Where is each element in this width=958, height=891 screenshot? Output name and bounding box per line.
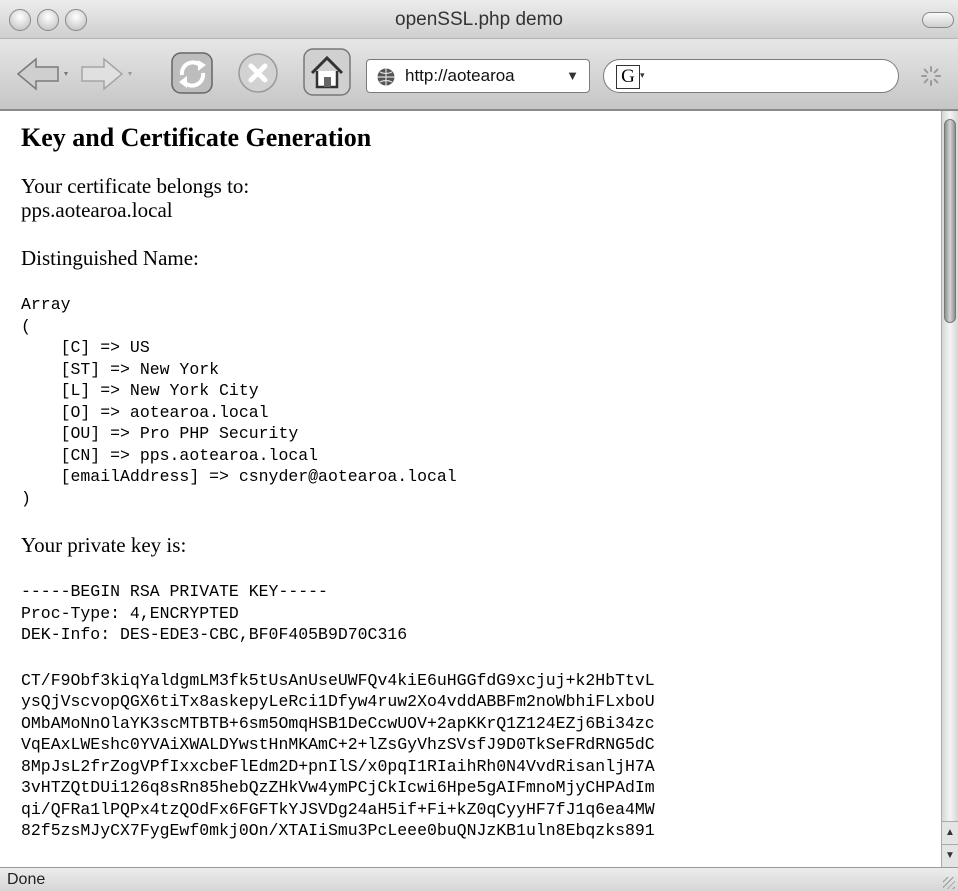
vertical-scrollbar[interactable]: ▲ ▼ bbox=[941, 111, 958, 867]
activity-spinner-icon bbox=[921, 66, 941, 86]
private-key-header: -----BEGIN RSA PRIVATE KEY----- Proc-Typ… bbox=[21, 582, 408, 644]
scroll-down-arrow-icon[interactable]: ▼ bbox=[942, 844, 958, 867]
forward-icon[interactable] bbox=[78, 51, 136, 97]
certificate-owner-block: Your certificate belongs to: pps.aotearo… bbox=[21, 174, 941, 222]
stop-icon[interactable] bbox=[234, 49, 284, 99]
page-heading: Key and Certificate Generation bbox=[21, 123, 372, 152]
status-text: Done bbox=[7, 871, 46, 888]
reload-icon[interactable] bbox=[168, 49, 218, 99]
certificate-label: Your certificate belongs to: bbox=[21, 174, 250, 198]
home-icon[interactable] bbox=[300, 45, 354, 99]
resize-grip-icon[interactable] bbox=[943, 877, 955, 889]
page-content: Key and Certificate Generation Your cert… bbox=[0, 111, 941, 867]
google-logo-icon[interactable]: G bbox=[616, 65, 640, 89]
scrollbar-thumb[interactable] bbox=[944, 119, 956, 323]
search-engine-dropdown-icon[interactable]: ▾ bbox=[640, 70, 645, 81]
address-bar[interactable]: http://aotearoa ▼ bbox=[366, 59, 590, 93]
search-field[interactable]: G ▾ bbox=[603, 59, 899, 93]
scroll-up-arrow-icon[interactable]: ▲ bbox=[942, 821, 958, 844]
chevron-down-icon[interactable]: ▼ bbox=[566, 68, 579, 83]
distinguished-name-array: Array ( [C] => US [ST] => New York [L] =… bbox=[21, 295, 457, 508]
certificate-owner: pps.aotearoa.local bbox=[21, 198, 173, 222]
private-key-label: Your private key is: bbox=[21, 533, 187, 557]
browser-toolbar: http://aotearoa ▼ G ▾ bbox=[0, 39, 958, 111]
toolbar-toggle-button[interactable] bbox=[922, 12, 954, 28]
window-title: openSSL.php demo bbox=[395, 9, 563, 30]
status-bar: Done bbox=[0, 867, 958, 891]
private-key-body: CT/F9Obf3kiqYaldgmLM3fk5tUsAnUseUWFQv4ki… bbox=[21, 670, 655, 841]
distinguished-name-label: Distinguished Name: bbox=[21, 246, 199, 270]
address-text: http://aotearoa bbox=[405, 66, 515, 85]
title-bar: openSSL.php demo bbox=[0, 0, 958, 39]
back-icon[interactable] bbox=[14, 51, 72, 97]
globe-icon bbox=[377, 68, 395, 86]
